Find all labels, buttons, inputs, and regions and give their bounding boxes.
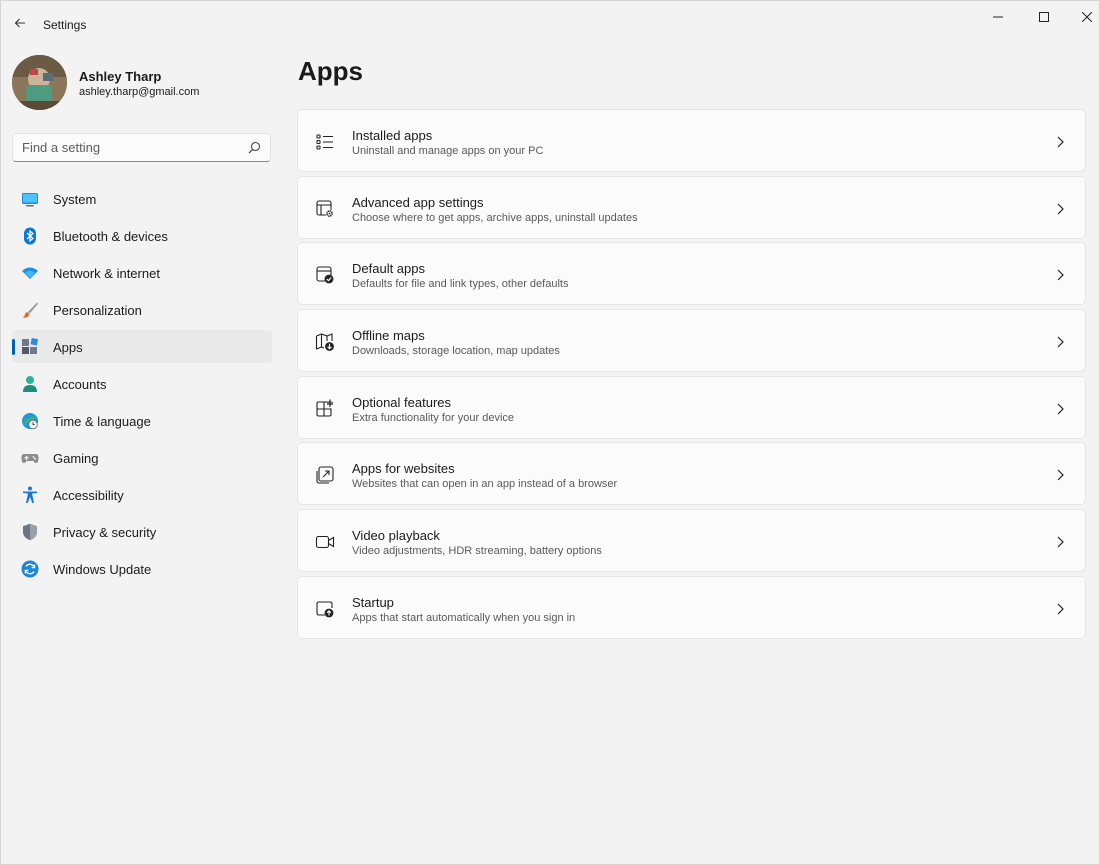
card-installed-apps[interactable]: Installed apps Uninstall and manage apps… — [297, 109, 1086, 172]
card-subtitle: Video adjustments, HDR streaming, batter… — [352, 545, 602, 558]
sidebar-item-personalization[interactable]: Personalization — [12, 293, 272, 326]
chevron-right-icon — [1057, 336, 1064, 348]
sidebar-item-windows-update[interactable]: Windows Update — [12, 552, 272, 585]
minimize-button[interactable] — [975, 1, 1021, 33]
sidebar-item-label: Network & internet — [53, 266, 160, 281]
back-arrow-icon — [14, 18, 25, 28]
card-startup[interactable]: Startup Apps that start automatically wh… — [297, 575, 1086, 639]
sidebar-item-gaming[interactable]: Gaming — [12, 441, 272, 474]
user-name: Ashley Tharp — [79, 69, 162, 84]
card-title: Startup — [352, 594, 394, 610]
chevron-right-icon — [1057, 269, 1064, 281]
default-apps-icon — [316, 266, 334, 284]
system-icon — [22, 193, 38, 207]
user-profile[interactable]: Ashley Tharp ashley.tharp@gmail.com — [12, 55, 272, 111]
startup-icon — [316, 601, 334, 618]
chevron-right-icon — [1057, 203, 1064, 215]
search-input[interactable] — [13, 134, 238, 161]
sidebar-item-label: Personalization — [53, 303, 142, 318]
chevron-right-icon — [1057, 136, 1064, 148]
card-title: Video playback — [352, 528, 440, 544]
sidebar-item-network[interactable]: Network & internet — [12, 256, 272, 289]
card-title: Apps for websites — [352, 461, 455, 477]
selection-indicator — [12, 339, 15, 355]
shield-icon — [23, 523, 37, 541]
card-subtitle: Choose where to get apps, archive apps, … — [352, 211, 638, 224]
sidebar-item-accounts[interactable]: Accounts — [12, 367, 272, 400]
accessibility-icon — [23, 486, 37, 503]
maximize-icon — [1039, 12, 1049, 22]
search-box[interactable] — [12, 133, 271, 162]
card-title: Offline maps — [352, 328, 425, 344]
globe-clock-icon — [22, 413, 38, 430]
sidebar-item-bluetooth[interactable]: Bluetooth & devices — [12, 219, 272, 252]
sidebar-item-privacy[interactable]: Privacy & security — [12, 515, 272, 548]
sidebar-nav: System Bluetooth & devices Network & int… — [12, 182, 272, 589]
sidebar-item-label: Gaming — [53, 451, 99, 466]
card-subtitle: Defaults for file and link types, other … — [352, 278, 569, 291]
sidebar-item-label: System — [53, 192, 97, 207]
card-offline-maps[interactable]: Offline maps Downloads, storage location… — [297, 309, 1086, 373]
accounts-icon — [23, 376, 37, 392]
wifi-icon — [22, 267, 38, 279]
chevron-right-icon — [1057, 536, 1064, 548]
user-email: ashley.tharp@gmail.com — [79, 86, 200, 98]
card-title: Installed apps — [352, 128, 433, 143]
settings-window: Settings Ashley Tharp ashley.tharp@gmail… — [0, 0, 1100, 865]
card-apps-for-websites[interactable]: Apps for websites Websites that can open… — [297, 442, 1086, 506]
card-advanced-app-settings[interactable]: Advanced app settings Choose where to ge… — [297, 175, 1086, 239]
list-icon — [316, 134, 333, 150]
card-title: Advanced app settings — [352, 194, 484, 210]
sidebar-item-time-language[interactable]: Time & language — [12, 404, 272, 437]
gamepad-icon — [21, 454, 39, 463]
window-title: Settings — [43, 18, 87, 32]
sidebar-item-label: Accounts — [53, 377, 107, 392]
search-icon[interactable] — [248, 141, 261, 154]
bluetooth-icon — [24, 227, 36, 245]
minimize-icon — [993, 16, 1003, 18]
card-subtitle: Downloads, storage location, map updates — [352, 345, 560, 358]
sidebar-item-label: Time & language — [53, 414, 151, 429]
back-button[interactable] — [9, 11, 31, 35]
map-download-icon — [315, 333, 334, 351]
sidebar-item-label: Windows Update — [53, 562, 152, 577]
sidebar-item-label: Bluetooth & devices — [53, 229, 168, 244]
avatar-image — [12, 55, 67, 110]
card-default-apps[interactable]: Default apps Defaults for file and link … — [297, 242, 1086, 306]
page-title: Apps — [298, 56, 363, 86]
apps-icon — [22, 338, 39, 354]
card-video-playback[interactable]: Video playback Video adjustments, HDR st… — [297, 509, 1086, 573]
card-subtitle: Websites that can open in an app instead… — [352, 478, 618, 491]
title-bar: Settings — [1, 1, 1100, 47]
sidebar-item-label: Accessibility — [53, 488, 124, 503]
sidebar-item-label: Privacy & security — [53, 525, 157, 540]
card-subtitle: Uninstall and manage apps on your PC — [352, 145, 544, 157]
brush-icon — [22, 302, 38, 318]
settings-card-list: Installed apps Uninstall and manage apps… — [297, 109, 1086, 643]
sidebar-item-label: Apps — [53, 340, 83, 355]
add-grid-icon — [316, 399, 333, 417]
sidebar-item-apps[interactable]: Apps — [12, 330, 272, 363]
card-subtitle: Apps that start automatically when you s… — [352, 611, 576, 624]
open-in-app-icon — [316, 466, 334, 484]
sidebar-item-system[interactable]: System — [12, 182, 272, 215]
close-button[interactable] — [1064, 1, 1100, 33]
card-subtitle: Extra functionality for your device — [352, 411, 515, 424]
video-icon — [315, 536, 335, 549]
sidebar-item-accessibility[interactable]: Accessibility — [12, 478, 272, 511]
card-optional-features[interactable]: Optional features Extra functionality fo… — [297, 375, 1086, 439]
chevron-right-icon — [1057, 603, 1064, 615]
avatar[interactable] — [12, 55, 67, 110]
chevron-right-icon — [1057, 403, 1064, 415]
card-title: Optional features — [352, 394, 452, 410]
maximize-button[interactable] — [1021, 1, 1067, 33]
card-title: Default apps — [352, 261, 425, 277]
close-icon — [1082, 12, 1092, 22]
chevron-right-icon — [1057, 470, 1064, 481]
update-icon — [21, 560, 39, 578]
app-settings-icon — [316, 200, 334, 218]
